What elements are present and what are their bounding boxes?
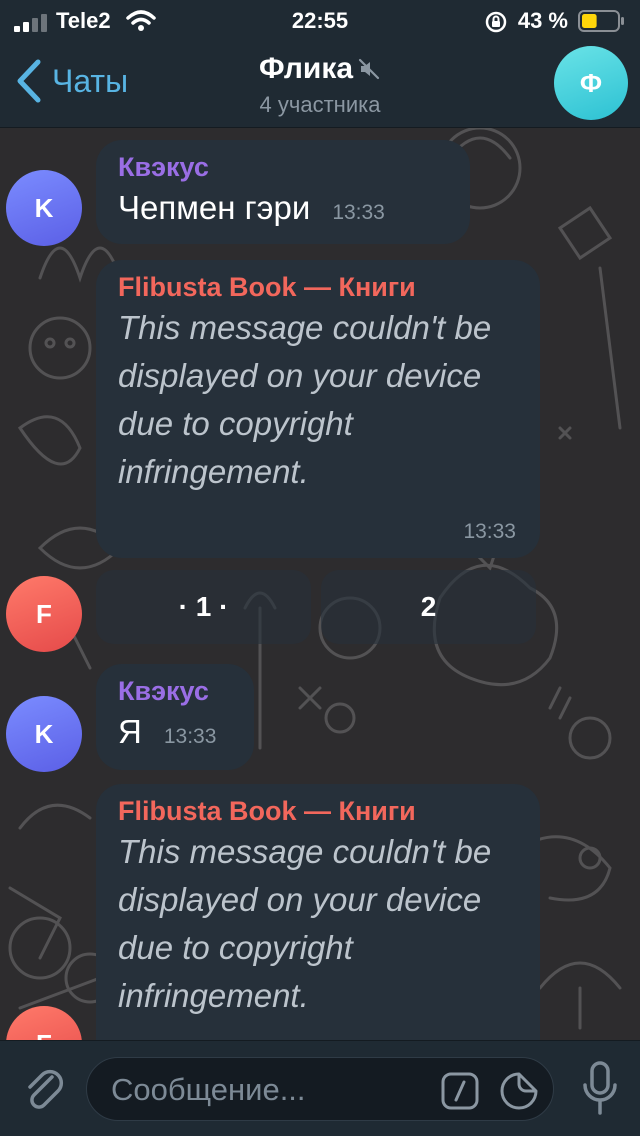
sender-name: Квэкус [118, 676, 209, 706]
message-bubble[interactable]: Квэкус Чепмен гэри 13:33 [96, 140, 470, 244]
message-time: 13:33 [163, 725, 217, 748]
top-bar: Tele2 22:55 43 % Чаты Флика 4 участника … [0, 0, 640, 128]
microphone-icon[interactable] [582, 1061, 618, 1117]
message-input-wrapper [86, 1057, 554, 1121]
message-time: 13:33 [463, 520, 516, 543]
inline-keyboard: · 1 · 2 [96, 570, 536, 644]
avatar[interactable]: K [6, 170, 82, 246]
message-text: This message couldn't be displayed on yo… [118, 309, 492, 490]
inline-button-2[interactable]: 2 [321, 570, 536, 644]
chat-name: Флика [258, 52, 354, 85]
message-bubble[interactable]: Flibusta Book — Книги This message could… [96, 260, 540, 558]
bot-command-icon[interactable] [441, 1072, 479, 1110]
message-text: Я [118, 713, 142, 750]
inline-button-1[interactable]: · 1 · [96, 570, 311, 644]
message-input[interactable] [111, 1068, 431, 1112]
mute-icon [358, 58, 380, 80]
orientation-lock-icon [485, 11, 507, 33]
sender-name: Flibusta Book — Книги [118, 796, 416, 826]
chat-avatar[interactable]: Ф [554, 46, 628, 120]
sender-name: Flibusta Book — Книги [118, 272, 416, 302]
sticker-icon[interactable] [499, 1071, 539, 1111]
battery-percent: 43 % [517, 8, 568, 33]
battery-icon [578, 10, 624, 32]
chat-subtitle: 4 участника [259, 92, 381, 117]
composer-bar [0, 1040, 640, 1136]
message-bubble[interactable]: Flibusta Book — Книги This message could… [96, 784, 540, 1082]
message-text: This message couldn't be displayed on yo… [118, 833, 492, 1014]
chat-title-block[interactable]: Флика 4 участника [0, 52, 640, 118]
status-bar: Tele2 22:55 43 % [0, 0, 640, 42]
message-bubble[interactable]: Квэкус Я 13:33 [96, 664, 254, 770]
sender-name: Квэкус [118, 152, 209, 182]
message-text: Чепмен гэри [118, 189, 311, 226]
avatar[interactable]: K [6, 696, 82, 772]
message-time: 13:33 [332, 201, 385, 224]
attach-icon[interactable] [22, 1063, 66, 1113]
avatar[interactable]: F [6, 576, 82, 652]
